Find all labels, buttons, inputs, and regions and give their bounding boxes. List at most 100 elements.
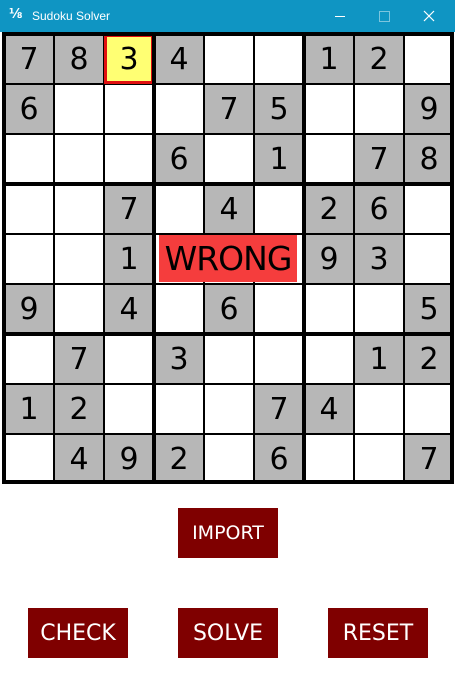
sudoku-cell-r9c8[interactable] <box>354 434 404 484</box>
sudoku-cell-r2c5[interactable]: 7 <box>204 84 254 134</box>
reset-button[interactable]: RESET <box>328 608 428 658</box>
wrong-status-badge: WRONG <box>159 235 297 282</box>
box-divider-vertical <box>152 32 156 484</box>
sudoku-cell-r1c4[interactable]: 4 <box>154 34 204 84</box>
close-button[interactable] <box>406 0 452 32</box>
sudoku-cell-r9c4[interactable]: 2 <box>154 434 204 484</box>
sudoku-cell-r1c8[interactable]: 2 <box>354 34 404 84</box>
box-divider-vertical <box>2 32 6 484</box>
sudoku-cell-r1c9[interactable] <box>404 34 454 84</box>
sudoku-cell-r2c1[interactable]: 6 <box>4 84 54 134</box>
sudoku-cell-r6c8[interactable] <box>354 284 404 334</box>
sudoku-cell-r4c2[interactable] <box>54 184 104 234</box>
sudoku-cell-r9c6[interactable]: 6 <box>254 434 304 484</box>
sudoku-cell-r3c8[interactable]: 7 <box>354 134 404 184</box>
sudoku-cell-r1c1[interactable]: 7 <box>4 34 54 84</box>
sudoku-cell-r8c4[interactable] <box>154 384 204 434</box>
sudoku-cell-r2c4[interactable] <box>154 84 204 134</box>
box-divider-vertical <box>302 32 306 484</box>
sudoku-cell-r6c7[interactable] <box>304 284 354 334</box>
sudoku-cell-r3c3[interactable] <box>104 134 154 184</box>
app-icon: ⅛ <box>9 7 23 22</box>
sudoku-cell-r4c1[interactable] <box>4 184 54 234</box>
minimize-button[interactable] <box>317 0 363 32</box>
sudoku-cell-r4c4[interactable] <box>154 184 204 234</box>
sudoku-cell-r9c2[interactable]: 4 <box>54 434 104 484</box>
sudoku-cell-r4c6[interactable] <box>254 184 304 234</box>
sudoku-cell-r3c1[interactable] <box>4 134 54 184</box>
sudoku-cell-r3c6[interactable]: 1 <box>254 134 304 184</box>
box-divider-vertical <box>450 32 454 484</box>
box-divider-horizontal <box>2 480 454 484</box>
title-bar: ⅛ Sudoku Solver <box>0 0 455 32</box>
sudoku-cell-r6c3[interactable]: 4 <box>104 284 154 334</box>
sudoku-cell-r7c1[interactable] <box>4 334 54 384</box>
sudoku-cell-r5c8[interactable]: 3 <box>354 234 404 284</box>
sudoku-cell-r9c1[interactable] <box>4 434 54 484</box>
sudoku-cell-r2c6[interactable]: 5 <box>254 84 304 134</box>
sudoku-cell-r7c6[interactable] <box>254 334 304 384</box>
sudoku-cell-r4c5[interactable]: 4 <box>204 184 254 234</box>
sudoku-cell-r2c8[interactable] <box>354 84 404 134</box>
sudoku-cell-r5c1[interactable] <box>4 234 54 284</box>
sudoku-cell-r6c4[interactable] <box>154 284 204 334</box>
box-divider-horizontal <box>2 332 454 336</box>
sudoku-cell-r7c2[interactable]: 7 <box>54 334 104 384</box>
sudoku-cell-r5c7[interactable]: 9 <box>304 234 354 284</box>
sudoku-cell-r6c5[interactable]: 6 <box>204 284 254 334</box>
sudoku-cell-r6c9[interactable]: 5 <box>404 284 454 334</box>
sudoku-cell-r3c2[interactable] <box>54 134 104 184</box>
sudoku-cell-r4c8[interactable]: 6 <box>354 184 404 234</box>
sudoku-cell-r5c9[interactable] <box>404 234 454 284</box>
sudoku-cell-r4c3[interactable]: 7 <box>104 184 154 234</box>
minimize-icon <box>335 15 345 17</box>
sudoku-cell-r1c6[interactable] <box>254 34 304 84</box>
sudoku-cell-r6c2[interactable] <box>54 284 104 334</box>
sudoku-cell-r2c7[interactable] <box>304 84 354 134</box>
sudoku-cell-r2c9[interactable]: 9 <box>404 84 454 134</box>
sudoku-cell-r9c3[interactable]: 9 <box>104 434 154 484</box>
sudoku-cell-r3c7[interactable] <box>304 134 354 184</box>
sudoku-cell-r7c7[interactable] <box>304 334 354 384</box>
sudoku-cell-r4c7[interactable]: 2 <box>304 184 354 234</box>
sudoku-cell-r7c8[interactable]: 1 <box>354 334 404 384</box>
box-divider-horizontal <box>2 182 454 186</box>
sudoku-cell-r8c2[interactable]: 2 <box>54 384 104 434</box>
sudoku-cell-r5c3[interactable]: 1 <box>104 234 154 284</box>
sudoku-cell-r8c9[interactable] <box>404 384 454 434</box>
sudoku-cell-r1c2[interactable]: 8 <box>54 34 104 84</box>
sudoku-cell-r3c5[interactable] <box>204 134 254 184</box>
sudoku-cell-r5c2[interactable] <box>54 234 104 284</box>
sudoku-cell-r4c9[interactable] <box>404 184 454 234</box>
close-icon <box>423 10 435 22</box>
sudoku-cell-r1c7[interactable]: 1 <box>304 34 354 84</box>
box-divider-horizontal <box>2 32 454 36</box>
sudoku-cell-r2c3[interactable] <box>104 84 154 134</box>
window-title: Sudoku Solver <box>32 9 111 23</box>
sudoku-cell-r7c9[interactable]: 2 <box>404 334 454 384</box>
sudoku-cell-r9c7[interactable] <box>304 434 354 484</box>
sudoku-cell-r2c2[interactable] <box>54 84 104 134</box>
sudoku-cell-r8c7[interactable]: 4 <box>304 384 354 434</box>
sudoku-cell-r8c6[interactable]: 7 <box>254 384 304 434</box>
sudoku-cell-r1c3[interactable]: 3 <box>104 34 154 84</box>
sudoku-cell-r9c5[interactable] <box>204 434 254 484</box>
import-button[interactable]: IMPORT <box>178 508 278 558</box>
sudoku-cell-r8c5[interactable] <box>204 384 254 434</box>
sudoku-cell-r6c6[interactable] <box>254 284 304 334</box>
sudoku-cell-r8c3[interactable] <box>104 384 154 434</box>
sudoku-cell-r8c8[interactable] <box>354 384 404 434</box>
sudoku-cell-r3c4[interactable]: 6 <box>154 134 204 184</box>
sudoku-cell-r7c3[interactable] <box>104 334 154 384</box>
check-button[interactable]: CHECK <box>28 608 128 658</box>
sudoku-cell-r8c1[interactable]: 1 <box>4 384 54 434</box>
sudoku-cell-r3c9[interactable]: 8 <box>404 134 454 184</box>
sudoku-cell-r7c4[interactable]: 3 <box>154 334 204 384</box>
sudoku-cell-r7c5[interactable] <box>204 334 254 384</box>
sudoku-cell-r6c1[interactable]: 9 <box>4 284 54 334</box>
maximize-icon <box>378 10 390 22</box>
solve-button[interactable]: SOLVE <box>178 608 278 658</box>
sudoku-cell-r1c5[interactable] <box>204 34 254 84</box>
sudoku-cell-r9c9[interactable]: 7 <box>404 434 454 484</box>
maximize-button[interactable] <box>361 0 407 32</box>
